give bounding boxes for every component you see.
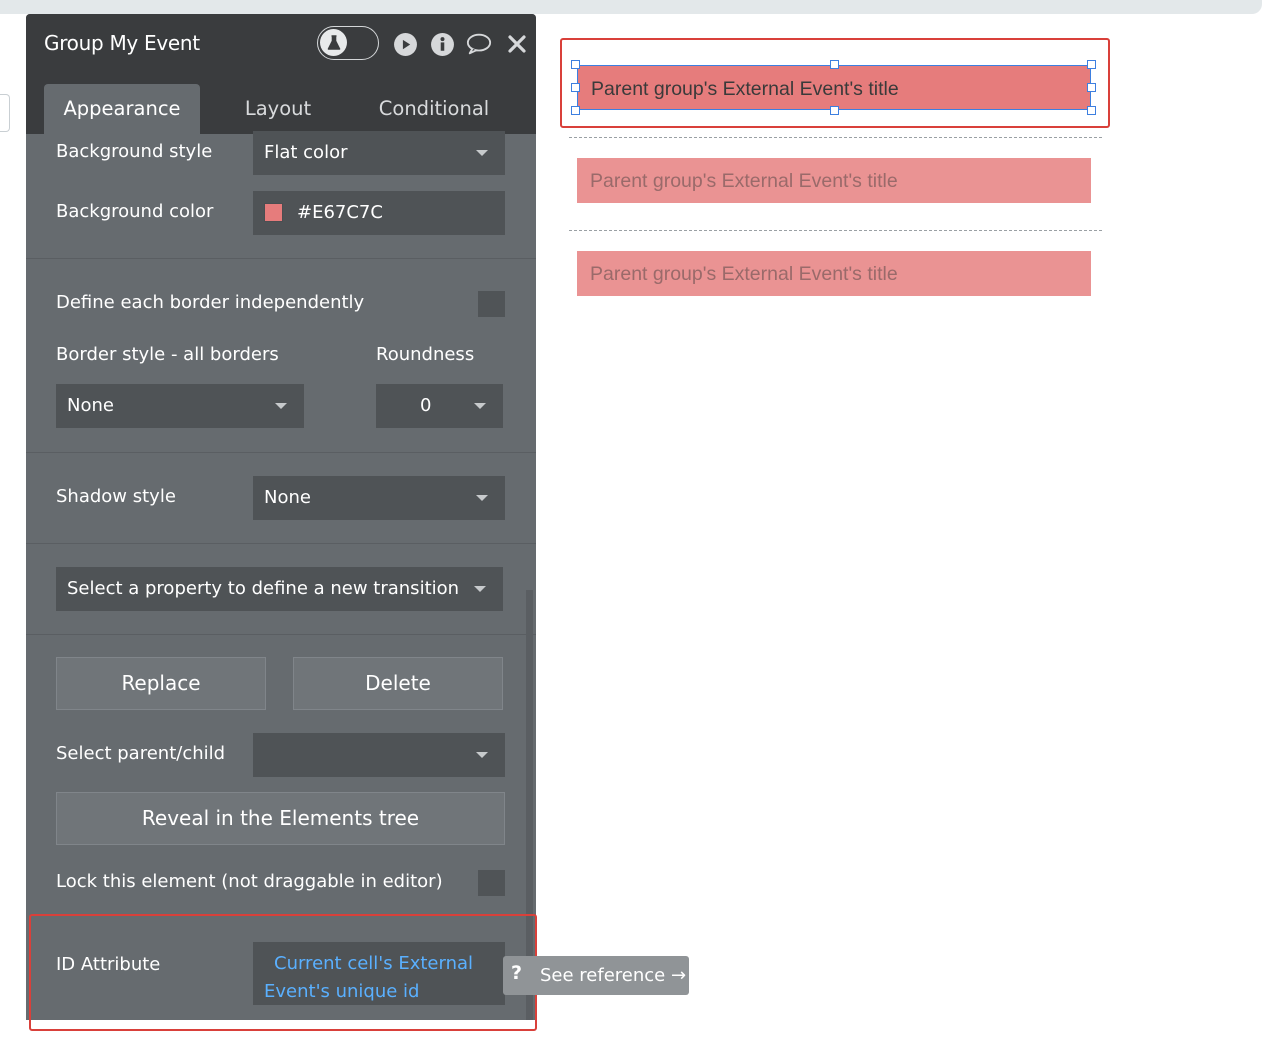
roundness-label: Roundness xyxy=(376,344,475,365)
parent-child-dropdown[interactable] xyxy=(253,733,505,777)
tab-conditional[interactable]: Conditional xyxy=(362,84,506,134)
test-mode-toggle[interactable] xyxy=(317,26,379,60)
shadow-style-value: None xyxy=(264,487,311,508)
comment-icon[interactable] xyxy=(466,31,492,57)
background-color-value: #E67C7C xyxy=(297,202,383,223)
repeating-group-cell[interactable]: Parent group's External Event's title xyxy=(577,65,1091,110)
border-style-value: None xyxy=(67,395,114,416)
background-style-value: Flat color xyxy=(264,142,348,163)
resize-handle[interactable] xyxy=(1087,83,1096,92)
roundness-value: 0 xyxy=(420,395,432,416)
tab-appearance[interactable]: Appearance xyxy=(44,84,200,134)
cell-title-text: Parent group's External Event's title xyxy=(590,263,898,285)
chevron-down-icon xyxy=(476,150,488,156)
resize-handle[interactable] xyxy=(571,83,580,92)
chevron-down-icon xyxy=(476,752,488,758)
resize-handle[interactable] xyxy=(571,60,580,69)
resize-handle[interactable] xyxy=(830,60,839,69)
define-borders-label: Define each border independently xyxy=(56,292,365,313)
roundness-dropdown[interactable]: 0 xyxy=(376,384,503,428)
chevron-down-icon xyxy=(474,586,486,592)
see-reference-label: See reference → xyxy=(540,965,687,986)
property-editor-panel: Group My Event Appearance Layout Conditi… xyxy=(26,14,536,1020)
repeating-group-cell[interactable]: Parent group's External Event's title xyxy=(577,251,1091,296)
section-divider xyxy=(26,258,536,259)
reveal-in-elements-tree-button[interactable]: Reveal in the Elements tree xyxy=(56,792,505,845)
background-color-picker[interactable]: #E67C7C xyxy=(253,191,505,235)
id-attribute-highlight xyxy=(29,914,537,1031)
chevron-down-icon xyxy=(476,495,488,501)
resize-handle[interactable] xyxy=(1087,106,1096,115)
info-icon[interactable] xyxy=(429,31,455,57)
panel-tabs: Appearance Layout Conditional xyxy=(26,73,536,134)
repeating-group-cell[interactable]: Parent group's External Event's title xyxy=(577,158,1091,203)
see-reference-button[interactable]: ? See reference → xyxy=(503,956,689,995)
color-swatch[interactable] xyxy=(264,203,283,222)
parent-child-label: Select parent/child xyxy=(56,743,226,764)
delete-button[interactable]: Delete xyxy=(293,657,503,710)
resize-handle[interactable] xyxy=(1087,60,1096,69)
cell-title-text: Parent group's External Event's title xyxy=(591,78,899,100)
panel-header[interactable]: Group My Event xyxy=(26,14,536,73)
cell-separator xyxy=(569,230,1102,231)
close-icon[interactable] xyxy=(504,31,530,57)
chevron-down-icon xyxy=(474,403,486,409)
help-icon: ? xyxy=(511,962,523,984)
section-divider xyxy=(26,634,536,635)
lock-element-label: Lock this element (not draggable in edit… xyxy=(56,871,443,892)
resize-handle[interactable] xyxy=(830,106,839,115)
lock-element-checkbox[interactable] xyxy=(478,870,505,896)
cell-title-text: Parent group's External Event's title xyxy=(590,170,898,192)
tab-layout[interactable]: Layout xyxy=(216,84,340,134)
flask-icon xyxy=(320,29,347,56)
transition-dropdown[interactable]: Select a property to define a new transi… xyxy=(56,567,503,611)
chevron-down-icon xyxy=(275,403,287,409)
background-style-dropdown[interactable]: Flat color xyxy=(253,131,505,175)
border-style-dropdown[interactable]: None xyxy=(56,384,304,428)
section-divider xyxy=(26,543,536,544)
replace-button[interactable]: Replace xyxy=(56,657,266,710)
shadow-style-label: Shadow style xyxy=(56,486,176,507)
shadow-style-dropdown[interactable]: None xyxy=(253,476,505,520)
border-style-label: Border style - all borders xyxy=(56,344,279,365)
transition-placeholder: Select a property to define a new transi… xyxy=(67,578,460,599)
background-color-label: Background color xyxy=(56,201,214,222)
resize-handle[interactable] xyxy=(571,106,580,115)
background-style-label: Background style xyxy=(56,141,213,162)
left-edge-collapse-tab[interactable] xyxy=(0,94,10,132)
section-divider xyxy=(26,452,536,453)
cell-separator xyxy=(569,137,1102,138)
editor-top-bar xyxy=(0,0,1262,14)
panel-title: Group My Event xyxy=(44,31,200,55)
play-icon[interactable] xyxy=(392,31,418,57)
define-borders-checkbox[interactable] xyxy=(478,291,505,317)
